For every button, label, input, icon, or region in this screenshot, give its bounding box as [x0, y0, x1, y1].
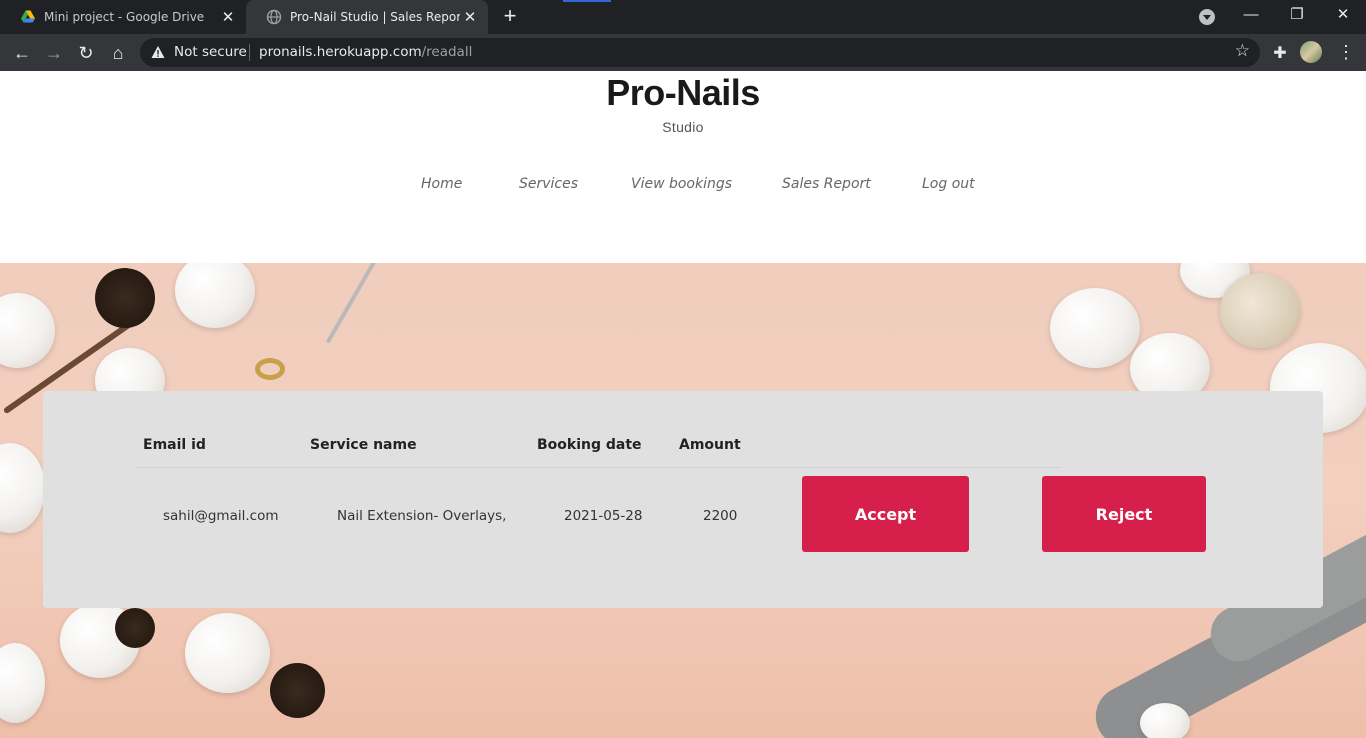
cotton-flower	[0, 293, 55, 368]
window-close-icon[interactable]: ✕	[1320, 0, 1366, 32]
accept-button[interactable]: Accept	[802, 476, 969, 552]
cell-email: sahil@gmail.com	[163, 508, 279, 524]
bookmark-star-icon[interactable]: ☆	[1235, 41, 1250, 61]
tab-sales-report[interactable]: Pro-Nail Studio | Sales Report ✕	[246, 0, 488, 34]
avatar[interactable]	[1300, 41, 1322, 63]
column-header-amount: Amount	[679, 437, 741, 453]
cotton-flower	[175, 263, 255, 328]
cotton-flower	[1140, 703, 1190, 738]
tab-google-drive[interactable]: Mini project - Google Drive ✕	[0, 0, 246, 34]
globe-icon	[266, 9, 282, 25]
wicker-ball	[1220, 273, 1300, 348]
url-host: pronails.herokuapp.com	[259, 44, 422, 60]
reload-icon[interactable]: ↻	[72, 39, 100, 67]
back-icon[interactable]: ←	[8, 39, 36, 67]
site-header: Pro-Nails Studio	[0, 71, 1366, 136]
minimize-icon[interactable]: —	[1228, 0, 1274, 32]
tab-search-icon[interactable]	[1199, 9, 1215, 25]
puzzle-extensions-icon[interactable]: ✚	[1270, 43, 1290, 63]
cotton-flower	[185, 613, 270, 693]
tab-title: Pro-Nail Studio | Sales Report	[290, 10, 460, 24]
cell-service: Nail Extension- Overlays,	[337, 508, 507, 524]
tab-title: Mini project - Google Drive	[44, 10, 205, 24]
new-tab-button[interactable]: +	[498, 4, 522, 28]
url-path: /readall	[421, 44, 473, 60]
cotton-flower	[0, 443, 45, 533]
url-text[interactable]: pronails.herokuapp.com/readall	[259, 44, 472, 60]
browser-tabstrip: Mini project - Google Drive ✕ Pro-Nail S…	[0, 0, 1366, 34]
scissors-decoration	[255, 358, 285, 380]
column-header-service: Service name	[310, 437, 417, 453]
page-content: Pro-Nails Studio Home Services View book…	[0, 71, 1366, 738]
nav-sales-report[interactable]: Sales Report	[782, 176, 871, 192]
home-icon[interactable]: ⌂	[104, 39, 132, 67]
spool-decoration	[95, 268, 155, 328]
cell-amount: 2200	[703, 508, 738, 524]
kebab-menu-icon[interactable]: ⋮	[1336, 39, 1356, 65]
nav-log-out[interactable]: Log out	[922, 176, 975, 192]
column-header-email: Email id	[143, 437, 206, 453]
site-title[interactable]: Pro-Nails	[0, 73, 1366, 113]
divider	[249, 44, 250, 61]
nav-services[interactable]: Services	[519, 176, 578, 192]
browser-toolbar: ← → ↻ ⌂ Not secure pronails.herokuapp.co…	[0, 34, 1366, 71]
site-subtitle: Studio	[662, 119, 704, 135]
column-header-date: Booking date	[537, 437, 642, 453]
security-label[interactable]: Not secure	[174, 44, 247, 60]
nav-home[interactable]: Home	[421, 176, 462, 192]
nav-view-bookings[interactable]: View bookings	[631, 176, 732, 192]
hero-background-image: Email id Service name Booking date Amoun…	[0, 263, 1366, 738]
close-icon[interactable]: ✕	[218, 8, 238, 26]
header-divider	[136, 467, 1061, 468]
sales-report-panel: Email id Service name Booking date Amoun…	[43, 391, 1323, 608]
reject-button[interactable]: Reject	[1042, 476, 1206, 552]
spool-decoration	[270, 663, 325, 718]
cell-date: 2021-05-28	[564, 508, 643, 524]
main-nav: Home Services View bookings Sales Report…	[0, 176, 1366, 196]
cotton-flower	[1050, 288, 1140, 368]
forward-icon[interactable]: →	[40, 39, 68, 67]
close-icon[interactable]: ✕	[460, 8, 480, 26]
google-drive-icon	[21, 10, 35, 23]
cotton-flower	[0, 643, 45, 723]
warning-icon	[151, 46, 165, 58]
scissors-blade	[325, 263, 385, 344]
loading-indicator	[563, 0, 611, 2]
spool-decoration	[115, 608, 155, 648]
restore-icon[interactable]: ❐	[1274, 0, 1320, 32]
address-bar[interactable]: Not secure pronails.herokuapp.com/readal…	[140, 38, 1260, 67]
